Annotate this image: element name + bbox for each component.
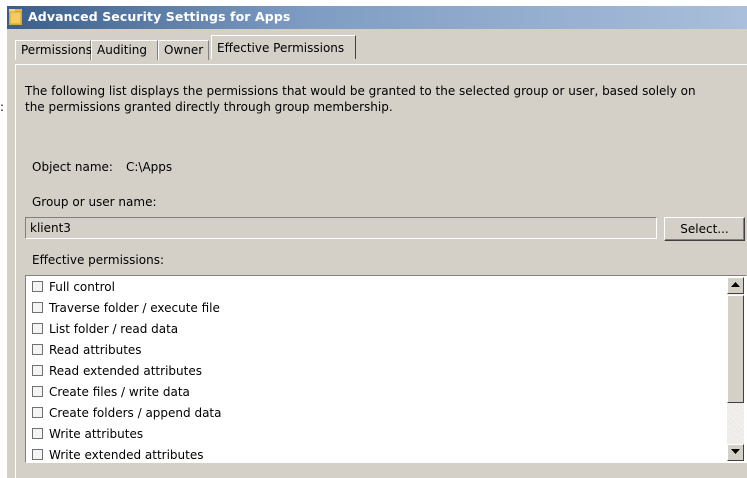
checkbox[interactable]	[32, 365, 43, 376]
list-item[interactable]: Full control	[32, 277, 115, 297]
tab-label: Owner	[164, 43, 204, 57]
title-bar[interactable]: Advanced Security Settings for Apps	[7, 6, 747, 29]
list-item[interactable]: Create files / write data	[32, 382, 190, 402]
effective-permissions-list[interactable]: Full control Traverse folder / execute f…	[25, 275, 747, 463]
group-user-label: Group or user name:	[32, 195, 157, 209]
tab-label: Auditing	[97, 43, 148, 57]
checkbox[interactable]	[32, 428, 43, 439]
checkbox[interactable]	[32, 407, 43, 418]
list-item[interactable]: Write extended attributes	[32, 445, 204, 462]
permission-label: Create folders / append data	[49, 406, 222, 420]
list-item[interactable]: Read attributes	[32, 340, 142, 360]
permission-label: Read attributes	[49, 343, 142, 357]
object-name-label: Object name:	[32, 160, 113, 174]
arrow-down-icon	[731, 449, 740, 454]
checkbox[interactable]	[32, 302, 43, 313]
object-name-value: C:\Apps	[126, 160, 173, 174]
select-button[interactable]: Select...	[664, 217, 745, 241]
permission-label: Full control	[49, 280, 115, 294]
tab-label: Effective Permissions	[217, 41, 345, 55]
vertical-scrollbar[interactable]	[727, 277, 744, 461]
folder-icon	[9, 9, 22, 25]
checkbox[interactable]	[32, 449, 43, 460]
permission-label: Create files / write data	[49, 385, 190, 399]
permission-label: Write attributes	[49, 427, 144, 441]
checkbox[interactable]	[32, 323, 43, 334]
group-user-field[interactable]	[25, 217, 657, 239]
checkbox[interactable]	[32, 386, 43, 397]
scroll-up-button[interactable]	[727, 277, 744, 294]
tab-auditing[interactable]: Auditing	[91, 40, 158, 60]
checkbox[interactable]	[32, 281, 43, 292]
window-title: Advanced Security Settings for Apps	[28, 9, 291, 24]
tab-effective-permissions[interactable]: Effective Permissions	[211, 35, 356, 59]
list-item[interactable]: Create folders / append data	[32, 403, 221, 423]
tab-permissions[interactable]: Permissions	[15, 40, 92, 60]
left-edge-mark: :	[0, 100, 5, 114]
scroll-down-button[interactable]	[727, 444, 744, 461]
description-text: The following list displays the permissi…	[25, 84, 696, 114]
effective-permissions-label: Effective permissions:	[32, 253, 164, 267]
page: : Advanced Security Settings for Apps Pe…	[0, 0, 747, 478]
tab-owner[interactable]: Owner	[158, 40, 209, 60]
scroll-thumb[interactable]	[727, 295, 744, 403]
permission-label: List folder / read data	[49, 322, 179, 336]
permission-label: Write extended attributes	[49, 448, 204, 462]
list-item[interactable]: Read extended attributes	[32, 361, 202, 381]
tab-label: Permissions	[21, 43, 92, 57]
list-item[interactable]: Traverse folder / execute file	[32, 298, 220, 318]
arrow-up-icon	[731, 282, 740, 287]
list-item[interactable]: List folder / read data	[32, 319, 178, 339]
checkbox[interactable]	[32, 344, 43, 355]
permission-label: Read extended attributes	[49, 364, 202, 378]
permission-label: Traverse folder / execute file	[49, 301, 220, 315]
list-item[interactable]: Write attributes	[32, 424, 143, 444]
